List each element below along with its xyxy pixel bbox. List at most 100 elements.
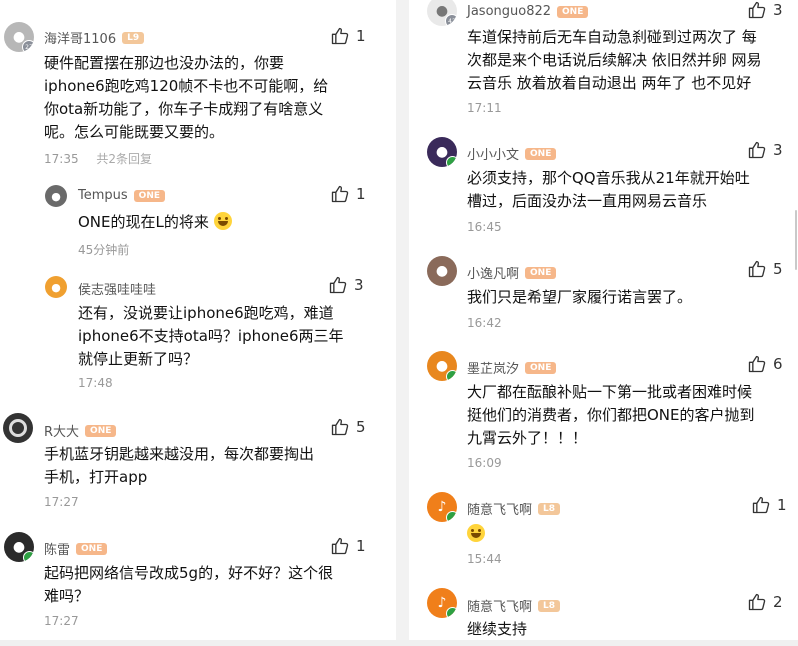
thumbs-up-icon [330, 417, 350, 437]
user-level-badge: L9 [122, 31, 145, 44]
user-avatar[interactable]: ● 27 [4, 22, 34, 52]
user-avatar[interactable]: ● [45, 185, 67, 207]
left-comment-column: ● 27 海洋哥1106 L9 1 硬件配置摆在那边也没办法的，你要 iphon… [0, 0, 396, 646]
guitar-icon: ♪ [437, 595, 447, 611]
bottom-divider [0, 640, 798, 646]
person-icon: ● [51, 189, 61, 203]
comment-time: 17:27 [44, 614, 79, 628]
user-avatar[interactable]: ♪ [427, 492, 457, 522]
comment-item: ● 小逸凡啊 ONE 5 我们只是希望厂家履行诺言罢了。 16:42 [409, 250, 798, 340]
user-avatar[interactable]: ● [45, 276, 67, 298]
like-button[interactable]: 3 [747, 140, 783, 160]
user-avatar[interactable]: ● [427, 137, 457, 167]
comment-text: ONE的现在L的将来 [78, 211, 388, 234]
person-icon: ● [435, 263, 449, 279]
comment-text: 我们只是希望厂家履行诺言罢了。 [467, 288, 693, 306]
comment-time: 17:48 [78, 376, 113, 390]
comment-time: 16:42 [467, 316, 502, 330]
user-avatar[interactable]: ● [427, 351, 457, 381]
comment-text: 手机蓝牙钥匙越来越没用，每次都要掏出 手机，打开app [44, 445, 315, 486]
username[interactable]: 侯志强哇哇哇 [78, 279, 156, 298]
like-count: 1 [356, 185, 366, 203]
comment-item: ● 陈雷 ONE 1 起码把网络信号改成5g的，好不好？这个很 难吗？ 17:2… [0, 525, 396, 640]
comment-text: 大厂都在酝酿补贴一下第一批或者困难时候 挺他们的消费者，你们都把ONE的客户抛到… [467, 383, 755, 447]
comment-item: ● 42 Jasonguo822 ONE 3 车道保持前后无车自动急刹碰到过两次… [409, 0, 798, 120]
thumbs-up-icon [747, 140, 767, 160]
username[interactable]: 随意飞飞啊 [467, 596, 532, 615]
comment-time: 17:27 [44, 495, 79, 509]
person-icon: ● [51, 280, 61, 294]
username[interactable]: Jasonguo822 [467, 4, 551, 19]
user-avatar[interactable]: ● [4, 532, 34, 562]
like-count: 3 [354, 276, 364, 294]
like-count: 1 [777, 496, 787, 514]
level-badge-icon: 27 [22, 40, 34, 52]
comment-time: 16:09 [467, 456, 502, 470]
scrollbar[interactable] [795, 210, 797, 270]
comment-text: 硬件配置摆在那边也没办法的，你要 iphone6跑吃鸡120帧不卡也不可能啊，给… [44, 54, 329, 141]
username[interactable]: 随意飞飞啊 [467, 499, 532, 518]
comment-text [467, 523, 797, 546]
like-button[interactable]: 3 [747, 0, 783, 20]
like-button[interactable]: 1 [330, 184, 366, 204]
like-button[interactable]: 2 [747, 592, 783, 612]
level-badge-icon: 42 [445, 14, 457, 26]
username[interactable]: 墨芷岚汐 [467, 358, 519, 377]
comment-item: ● 小小小文 ONE 3 必须支持，那个QQ音乐我从21年就开始吐 槽过，后面没… [409, 130, 798, 240]
verified-badge-icon [446, 156, 457, 167]
user-level-badge: ONE [525, 361, 557, 374]
guitar-icon: ♪ [437, 499, 447, 515]
like-button[interactable]: 1 [330, 536, 366, 556]
comment-text: 还有，没说要让iphone6跑吃鸡，难道 iphone6不支持ota吗？ipho… [78, 304, 344, 368]
like-button[interactable]: 5 [747, 259, 783, 279]
thumbs-up-icon [747, 259, 767, 279]
comment-time: 15:44 [467, 552, 502, 566]
thumbs-up-icon [747, 354, 767, 374]
like-button[interactable]: 3 [328, 275, 364, 295]
like-count: 3 [773, 141, 783, 159]
username[interactable]: 小逸凡啊 [467, 263, 519, 282]
user-level-badge: ONE [76, 542, 108, 555]
like-count: 6 [773, 355, 783, 373]
wheel-icon [9, 419, 27, 437]
user-avatar[interactable]: ♪ [427, 588, 457, 618]
username[interactable]: Tempus [78, 188, 128, 203]
comment-item: ♪ 随意飞飞啊 L8 2 继续支持 [409, 580, 798, 640]
verified-badge-icon [446, 511, 457, 522]
comment-text: 必须支持，那个QQ音乐我从21年就开始吐 槽过，后面没办法一直用网易云音乐 [467, 169, 750, 210]
comment-time: 16:45 [467, 220, 502, 234]
user-level-badge: ONE [525, 147, 557, 160]
username[interactable]: R大大 [44, 421, 79, 440]
thumbs-up-icon [330, 26, 350, 46]
like-button[interactable]: 5 [330, 417, 366, 437]
thumbs-up-icon [747, 0, 767, 20]
like-button[interactable]: 6 [747, 354, 783, 374]
comment-text: 车道保持前后无车自动急刹碰到过两次了 每 次都是来个电话说后续解决 依旧然并卵 … [467, 28, 762, 92]
user-level-badge: ONE [525, 266, 557, 279]
comment-text: 继续支持 [467, 620, 528, 638]
thumbs-up-icon [330, 184, 350, 204]
like-button[interactable]: 1 [330, 26, 366, 46]
grinning-face-emoji-icon [213, 212, 232, 230]
username[interactable]: 小小小文 [467, 144, 519, 163]
username[interactable]: 海洋哥1106 [44, 28, 116, 47]
like-count: 2 [773, 593, 783, 611]
username[interactable]: 陈雷 [44, 539, 70, 558]
user-level-badge: L8 [538, 599, 561, 612]
comment-item: ♪ 随意飞飞啊 L8 1 15:44 [409, 485, 798, 575]
reply-count-link[interactable]: 共2条回复 [96, 152, 152, 166]
person-icon: ● [435, 144, 449, 160]
user-avatar[interactable]: ● [427, 256, 457, 286]
reply-item: ● Tempus ONE 1 ONE的现在L的将来 45分钟前 [0, 180, 396, 260]
comment-time: 17:35 共2条回复 [44, 152, 153, 166]
thumbs-up-icon [328, 275, 348, 295]
column-divider [396, 0, 409, 646]
like-count: 1 [356, 537, 366, 555]
user-avatar[interactable]: ● 42 [427, 0, 457, 26]
like-count: 1 [356, 27, 366, 45]
user-avatar[interactable] [3, 413, 33, 443]
right-comment-column: ● 42 Jasonguo822 ONE 3 车道保持前后无车自动急刹碰到过两次… [409, 0, 798, 646]
like-button[interactable]: 1 [751, 495, 787, 515]
comment-text: 起码把网络信号改成5g的，好不好？这个很 难吗？ [44, 564, 334, 605]
verified-badge-icon [446, 370, 457, 381]
